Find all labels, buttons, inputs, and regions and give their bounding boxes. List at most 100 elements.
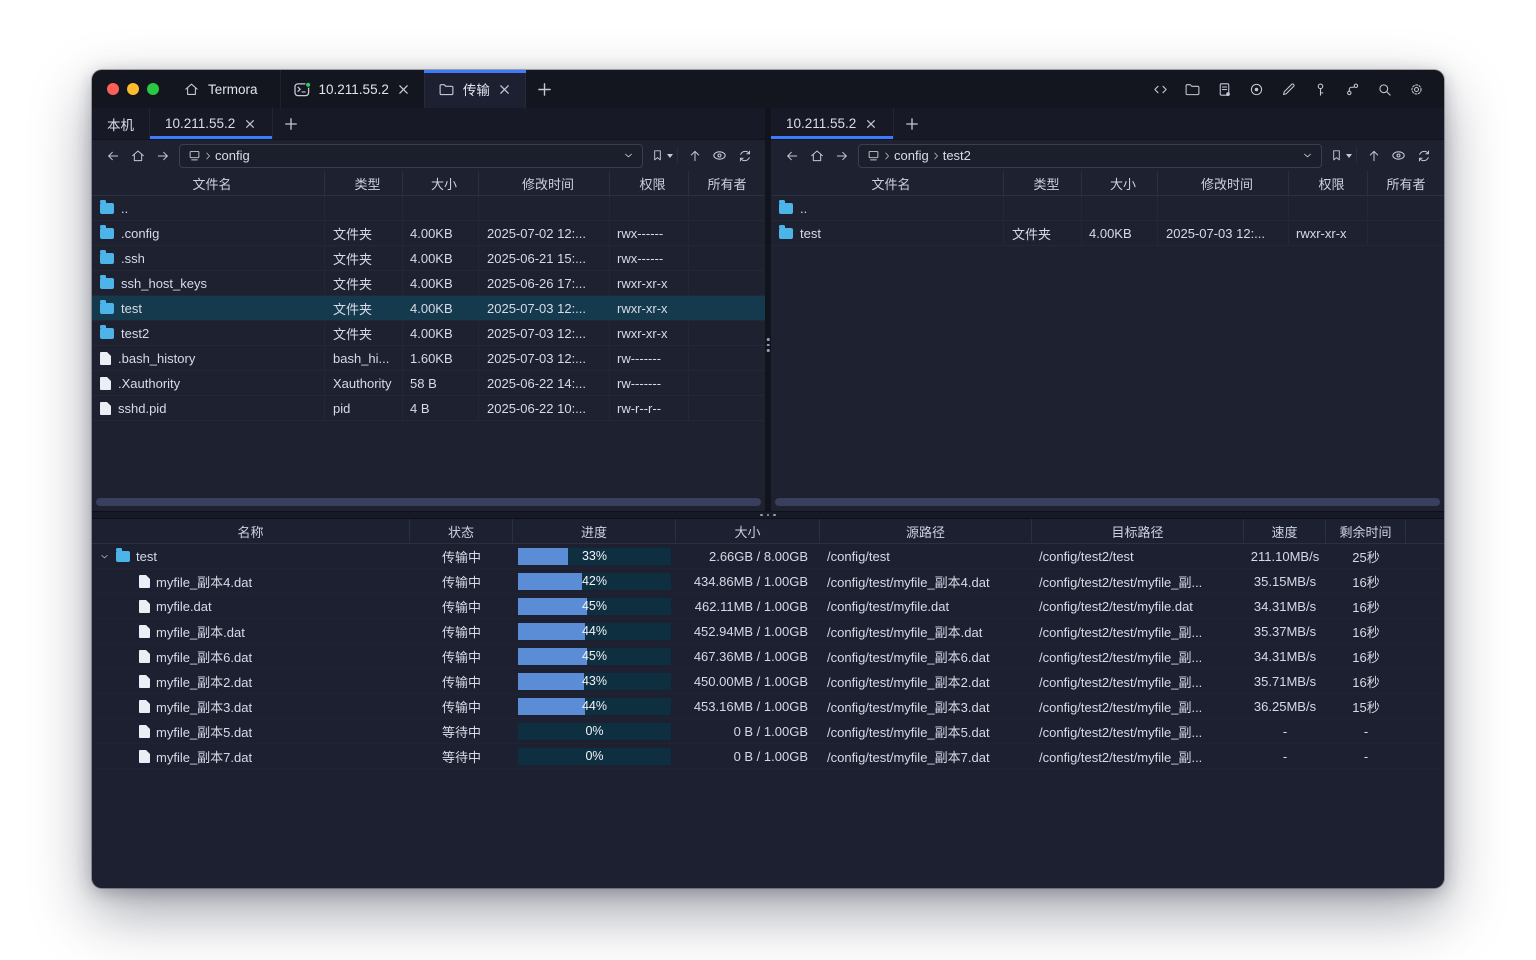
column-header[interactable]: 状态 xyxy=(410,519,513,543)
column-header[interactable]: 文件名 xyxy=(771,171,1004,195)
transfer-row[interactable]: myfile_副本5.dat 等待中 0% 0 B / 1.00GB /conf… xyxy=(92,719,1444,744)
column-header[interactable]: 源路径 xyxy=(820,519,1032,543)
tab-transfer[interactable]: 传输 xyxy=(424,70,526,108)
app-home-tab[interactable]: Termora xyxy=(179,70,280,108)
forward-icon[interactable] xyxy=(150,144,175,168)
table-row[interactable]: test 文件夹 4.00KB 2025-07-03 12:... rwxr-x… xyxy=(92,296,765,321)
chevron-down-icon[interactable] xyxy=(1301,149,1314,162)
breadcrumb-segment[interactable]: config xyxy=(202,148,251,163)
column-header[interactable]: 修改时间 xyxy=(479,171,610,195)
column-header[interactable]: 权限 xyxy=(1289,171,1368,195)
table-row[interactable]: sshd.pid pid 4 B 2025-06-22 10:... rw-r-… xyxy=(92,396,765,421)
arrow-up-icon[interactable] xyxy=(682,144,707,168)
tab-local[interactable]: 本机 xyxy=(92,108,150,139)
new-panel-tab-button[interactable] xyxy=(894,108,930,139)
column-header[interactable]: 文件名 xyxy=(92,171,325,195)
transfer-row[interactable]: myfile_副本.dat 传输中 44% 452.94MB / 1.00GB … xyxy=(92,619,1444,644)
table-row[interactable]: .. xyxy=(92,196,765,221)
file-owner xyxy=(689,246,765,270)
file-size: 4.00KB xyxy=(403,246,479,270)
transfer-row[interactable]: myfile_副本3.dat 传输中 44% 453.16MB / 1.00GB… xyxy=(92,694,1444,719)
table-row[interactable]: ssh_host_keys 文件夹 4.00KB 2025-06-26 17:.… xyxy=(92,271,765,296)
horizontal-scrollbar[interactable] xyxy=(96,498,761,506)
back-icon[interactable] xyxy=(100,144,125,168)
tab-ssh-session[interactable]: 10.211.55.2 xyxy=(280,70,424,108)
column-header[interactable]: 类型 xyxy=(1004,171,1082,195)
refresh-icon[interactable] xyxy=(732,144,757,168)
home-icon[interactable] xyxy=(125,144,150,168)
tab-label: 本机 xyxy=(107,114,134,134)
transfer-row[interactable]: myfile_副本2.dat 传输中 43% 450.00MB / 1.00GB… xyxy=(92,669,1444,694)
chevron-right-icon xyxy=(930,150,942,162)
transfer-row[interactable]: test 传输中 33% 2.66GB / 8.00GB /config/tes… xyxy=(92,544,1444,569)
table-row[interactable]: test 文件夹 4.00KB 2025-07-03 12:... rwxr-x… xyxy=(771,221,1444,246)
code-icon[interactable] xyxy=(1149,78,1172,101)
transfer-row[interactable]: myfile_副本4.dat 传输中 42% 434.86MB / 1.00GB… xyxy=(92,569,1444,594)
right-panel-tabs: 10.211.55.2 xyxy=(771,108,1444,140)
column-header[interactable]: 大小 xyxy=(1082,171,1158,195)
settings-icon[interactable] xyxy=(1405,78,1428,101)
table-row[interactable]: .ssh 文件夹 4.00KB 2025-06-21 15:... rwx---… xyxy=(92,246,765,271)
close-icon[interactable] xyxy=(243,117,257,131)
column-header[interactable]: 所有者 xyxy=(1368,171,1444,195)
horizontal-scrollbar[interactable] xyxy=(775,498,1440,506)
path-breadcrumb[interactable]: config xyxy=(179,144,643,168)
chevron-down-icon[interactable] xyxy=(622,149,635,162)
maximize-window-button[interactable] xyxy=(147,83,159,95)
tab-remote-host[interactable]: 10.211.55.2 xyxy=(771,108,894,139)
path-breadcrumb[interactable]: config test2 xyxy=(858,144,1322,168)
column-header[interactable]: 大小 xyxy=(676,519,820,543)
eye-icon[interactable] xyxy=(707,144,732,168)
new-panel-tab-button[interactable] xyxy=(273,108,309,139)
eye-icon[interactable] xyxy=(1386,144,1411,168)
close-icon[interactable] xyxy=(498,82,512,96)
column-header[interactable]: 目标路径 xyxy=(1032,519,1244,543)
terminal-icon xyxy=(294,82,311,97)
log-icon[interactable] xyxy=(1213,78,1236,101)
key-icon[interactable] xyxy=(1309,78,1332,101)
table-row[interactable]: .. xyxy=(771,196,1444,221)
column-header[interactable]: 速度 xyxy=(1244,519,1326,543)
edit-icon[interactable] xyxy=(1277,78,1300,101)
back-icon[interactable] xyxy=(779,144,804,168)
breadcrumb-segment[interactable]: test2 xyxy=(930,148,972,163)
home-icon[interactable] xyxy=(804,144,829,168)
close-window-button[interactable] xyxy=(107,83,119,95)
column-header[interactable]: 大小 xyxy=(403,171,479,195)
column-header[interactable]: 修改时间 xyxy=(1158,171,1289,195)
tab-remote-host[interactable]: 10.211.55.2 xyxy=(150,108,273,139)
close-icon[interactable] xyxy=(397,82,411,96)
column-header[interactable]: 进度 xyxy=(513,519,676,543)
forward-icon[interactable] xyxy=(829,144,854,168)
search-icon[interactable] xyxy=(1373,78,1396,101)
table-row[interactable]: test2 文件夹 4.00KB 2025-07-03 12:... rwxr-… xyxy=(92,321,765,346)
chevron-down-icon[interactable] xyxy=(99,551,110,562)
new-tab-button[interactable] xyxy=(526,70,564,108)
table-row[interactable]: .bash_history bash_hi... 1.60KB 2025-07-… xyxy=(92,346,765,371)
folder-icon[interactable] xyxy=(1181,78,1204,101)
transfer-row[interactable]: myfile.dat 传输中 45% 462.11MB / 1.00GB /co… xyxy=(92,594,1444,619)
column-header[interactable]: 剩余时间 xyxy=(1326,519,1406,543)
panel-splitter-horizontal[interactable] xyxy=(92,511,1444,519)
file-size: 1.60KB xyxy=(403,346,479,370)
minimize-window-button[interactable] xyxy=(127,83,139,95)
left-panel-tabs: 本机 10.211.55.2 xyxy=(92,108,765,140)
record-icon[interactable] xyxy=(1245,78,1268,101)
column-header[interactable]: 所有者 xyxy=(689,171,765,195)
column-header[interactable]: 权限 xyxy=(610,171,689,195)
close-icon[interactable] xyxy=(864,117,878,131)
refresh-icon[interactable] xyxy=(1411,144,1436,168)
column-header[interactable]: 名称 xyxy=(92,519,410,543)
breadcrumb-segment[interactable]: config xyxy=(881,148,930,163)
column-header[interactable]: 类型 xyxy=(325,171,403,195)
table-row[interactable]: .Xauthority Xauthority 58 B 2025-06-22 1… xyxy=(92,371,765,396)
bookmark-split-button[interactable] xyxy=(650,148,678,163)
bookmark-split-button[interactable] xyxy=(1329,148,1357,163)
transfer-row[interactable]: myfile_副本6.dat 传输中 45% 467.36MB / 1.00GB… xyxy=(92,644,1444,669)
arrow-up-icon[interactable] xyxy=(1361,144,1386,168)
table-row[interactable]: .config 文件夹 4.00KB 2025-07-02 12:... rwx… xyxy=(92,221,765,246)
transfer-row[interactable]: myfile_副本7.dat 等待中 0% 0 B / 1.00GB /conf… xyxy=(92,744,1444,769)
progress-percent: 45% xyxy=(518,648,671,665)
branch-icon[interactable] xyxy=(1341,78,1364,101)
file-panels: 本机 10.211.55.2 con xyxy=(92,108,1444,511)
